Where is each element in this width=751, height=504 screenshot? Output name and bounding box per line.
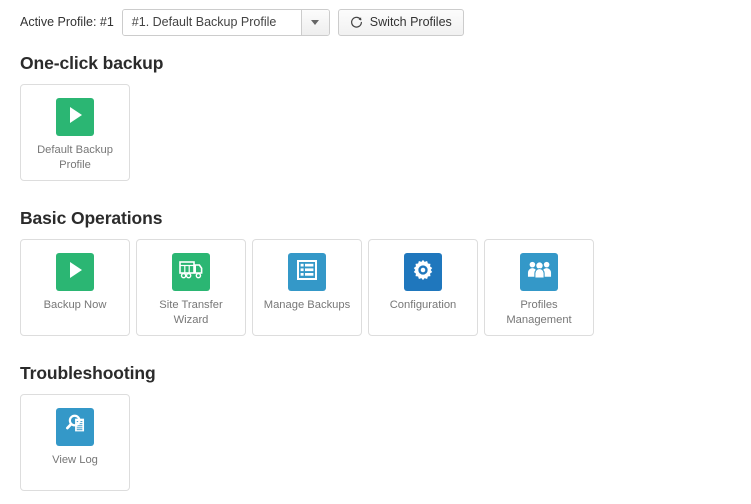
gear-icon: [410, 257, 436, 288]
play-icon: [63, 103, 87, 132]
card-icon-wrapper: [288, 253, 326, 291]
switch-profiles-button[interactable]: Switch Profiles: [338, 9, 464, 36]
list-table-icon: [295, 258, 319, 287]
chevron-down-icon: [311, 20, 319, 25]
card-icon-wrapper: [56, 408, 94, 446]
card-label: Backup Now: [40, 298, 111, 313]
section-title: Basic Operations: [20, 208, 594, 229]
section-title: One-click backup: [20, 53, 163, 74]
card-site-transfer-wizard[interactable]: Site Transfer Wizard: [136, 239, 246, 336]
moving-truck-icon: [178, 258, 204, 287]
section-one-click-backup: One-click backup Default Backup Profile: [20, 53, 163, 181]
section-troubleshooting: Troubleshooting: [20, 363, 156, 491]
card-profiles-management[interactable]: Profiles Management: [484, 239, 594, 336]
card-backup-now[interactable]: Backup Now: [20, 239, 130, 336]
card-label: Manage Backups: [260, 298, 354, 313]
card-configuration[interactable]: Configuration: [368, 239, 478, 336]
card-label: Default Backup Profile: [21, 143, 129, 173]
card-row: View Log: [20, 394, 156, 491]
card-icon-wrapper: [520, 253, 558, 291]
card-icon-wrapper: [56, 98, 94, 136]
profile-select-value[interactable]: #1. Default Backup Profile: [123, 10, 301, 35]
card-label: Site Transfer Wizard: [137, 298, 245, 328]
card-icon-wrapper: [404, 253, 442, 291]
magnifier-document-icon: [63, 412, 88, 442]
section-basic-operations: Basic Operations Backup Now: [20, 208, 594, 336]
play-icon: [63, 258, 87, 287]
people-group-icon: [527, 258, 552, 287]
redo-arrow-icon: [350, 16, 363, 29]
card-view-log[interactable]: View Log: [20, 394, 130, 491]
card-label: View Log: [48, 453, 102, 468]
card-row: Default Backup Profile: [20, 84, 163, 181]
card-icon-wrapper: [56, 253, 94, 291]
active-profile-bar: Active Profile: #1 #1. Default Backup Pr…: [20, 8, 464, 36]
switch-profiles-label: Switch Profiles: [370, 15, 452, 29]
profile-select-arrow-button[interactable]: [301, 10, 329, 35]
card-manage-backups[interactable]: Manage Backups: [252, 239, 362, 336]
card-default-backup-profile[interactable]: Default Backup Profile: [20, 84, 130, 181]
card-icon-wrapper: [172, 253, 210, 291]
profile-select[interactable]: #1. Default Backup Profile: [122, 9, 330, 36]
active-profile-label: Active Profile: #1: [20, 8, 122, 36]
section-title: Troubleshooting: [20, 363, 156, 384]
card-label: Profiles Management: [485, 298, 593, 328]
card-row: Backup Now Site Tran: [20, 239, 594, 336]
card-label: Configuration: [386, 298, 461, 313]
